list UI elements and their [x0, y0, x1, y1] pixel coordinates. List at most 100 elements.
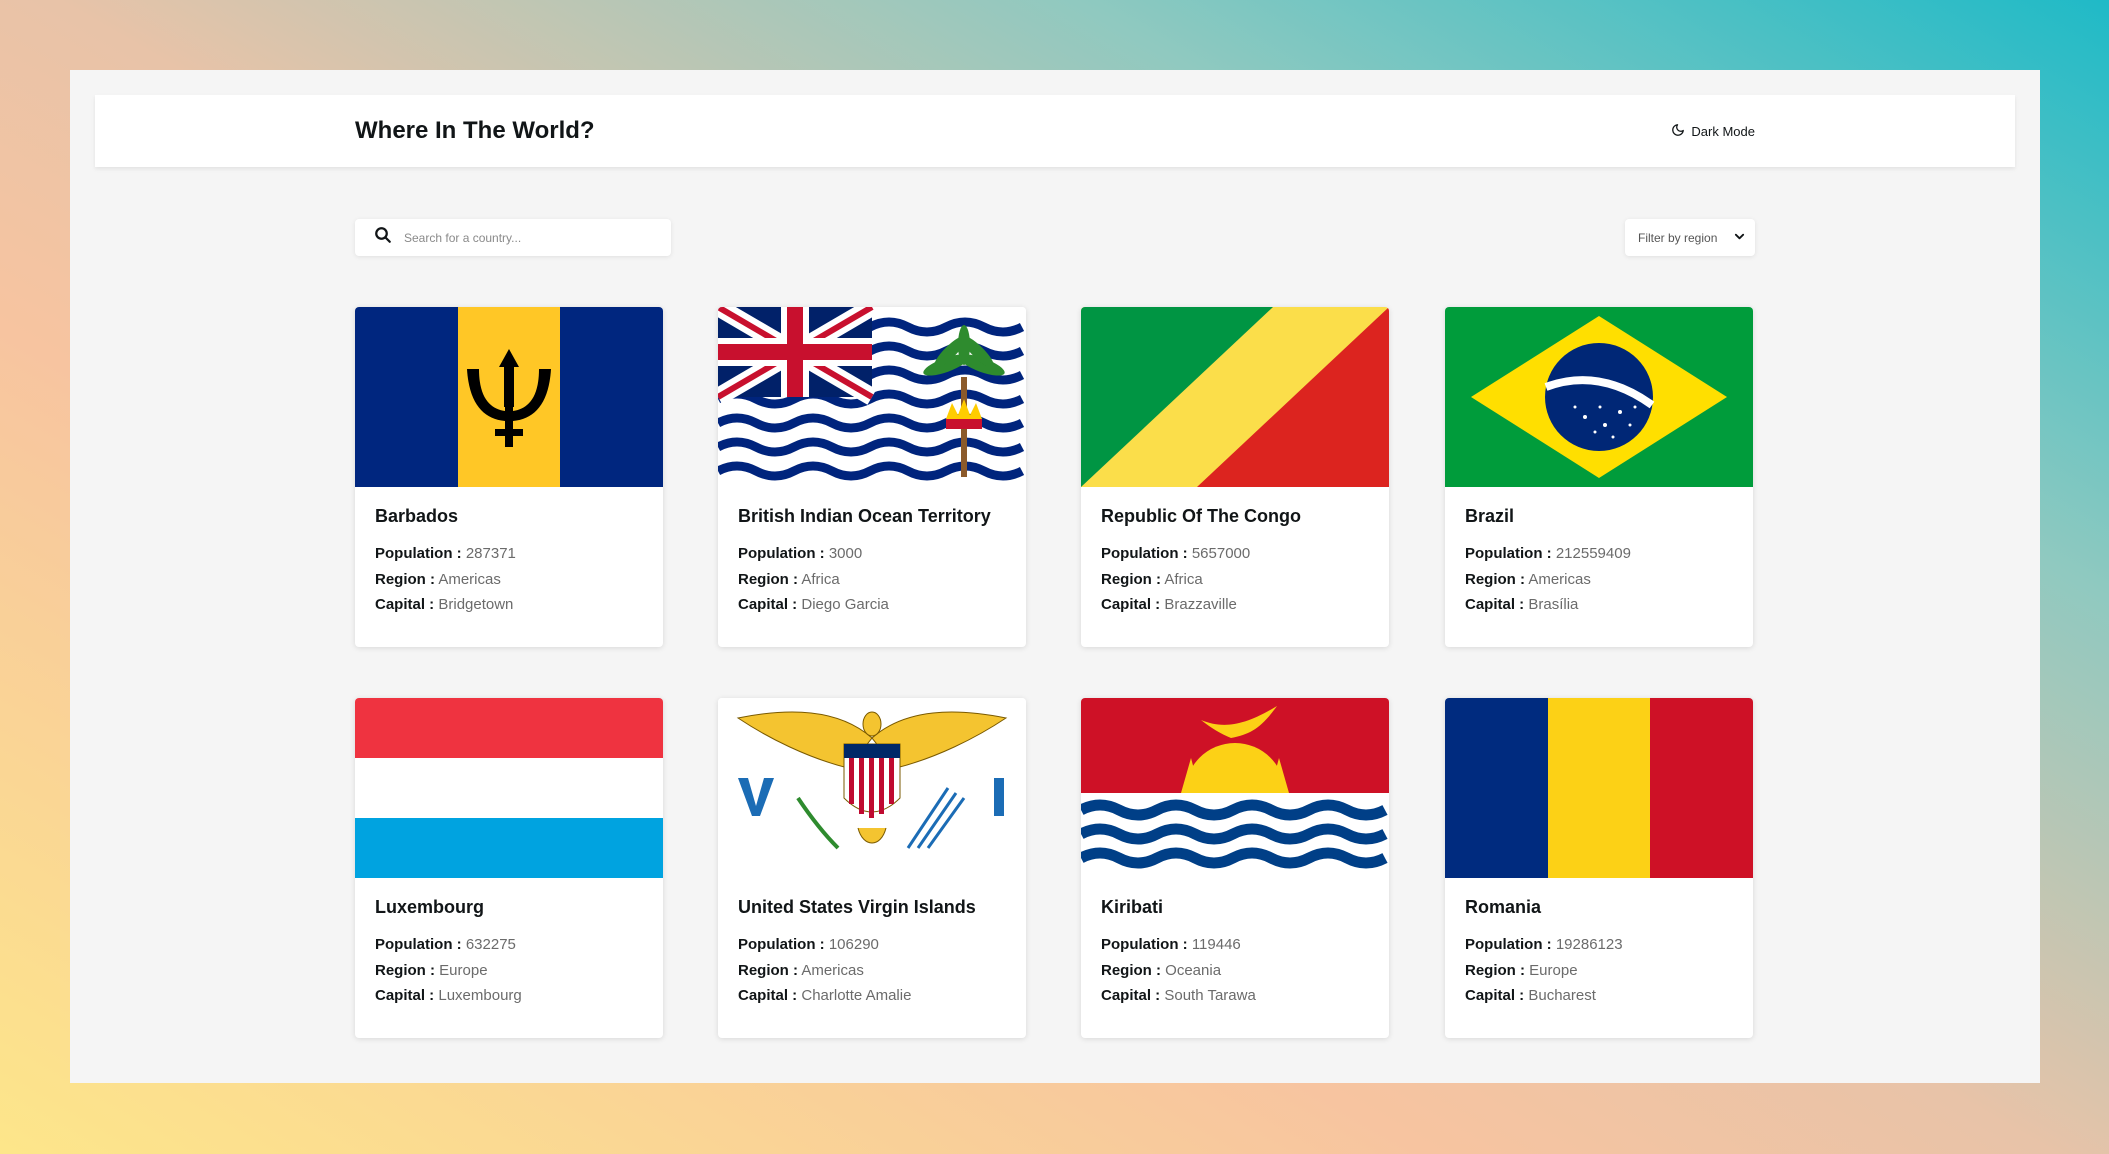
capital-label: Capital : [1465, 596, 1525, 613]
republic-of-the-congo-flag [1081, 307, 1389, 487]
region-label: Region : [738, 961, 798, 979]
chevron-down-icon [1734, 231, 1745, 245]
country-card-kiribati[interactable]: Kiribati Population : 119446 Region : Oc… [1081, 698, 1389, 1038]
region-row: Region : Africa [1101, 567, 1369, 593]
capital-row: Capital : Charlotte Amalie [738, 983, 1006, 1009]
top-header: Where In The World? Dark Mode [95, 95, 2015, 167]
dark-mode-label: Dark Mode [1691, 123, 1755, 139]
region-row: Region : Africa [738, 567, 1006, 593]
capital-label: Capital : [738, 596, 798, 613]
country-card-barbados[interactable]: Barbados Population : 287371 Region : Am… [355, 307, 663, 647]
region-label: Region : [1465, 961, 1525, 979]
country-card-romania[interactable]: Romania Population : 19286123 Region : E… [1445, 698, 1753, 1038]
us-virgin-islands-flag [718, 698, 1026, 878]
population-value: 19286123 [1555, 936, 1623, 953]
population-label: Population : [375, 936, 462, 953]
capital-row: Capital : South Tarawa [1101, 983, 1369, 1009]
population-row: Population : 632275 [375, 932, 643, 958]
app-title: Where In The World? [355, 117, 595, 144]
app-window: Where In The World? Dark Mode Filter by … [70, 70, 2040, 1083]
country-name: United States Virgin Islands [738, 897, 976, 917]
capital-value: Brazzaville [1164, 596, 1237, 613]
population-label: Population : [1101, 936, 1188, 953]
dark-mode-toggle[interactable]: Dark Mode [1671, 95, 1755, 167]
population-row: Population : 212559409 [1465, 541, 1733, 567]
brazil-flag [1445, 307, 1753, 487]
region-label: Region : [738, 570, 798, 588]
capital-value: Charlotte Amalie [801, 987, 912, 1004]
population-value: 106290 [828, 936, 879, 953]
country-card-brazil[interactable]: Brazil Population : 212559409 Region : A… [1445, 307, 1753, 647]
population-row: Population : 5657000 [1101, 541, 1369, 567]
region-value: Oceania [1165, 961, 1222, 979]
country-name: Romania [1465, 897, 1542, 917]
capital-value: Bucharest [1528, 987, 1596, 1004]
region-row: Region : Americas [375, 567, 643, 593]
region-label: Region : [375, 570, 435, 588]
capital-label: Capital : [1101, 987, 1161, 1004]
capital-row: Capital : Bucharest [1465, 983, 1733, 1009]
population-row: Population : 106290 [738, 932, 1006, 958]
capital-label: Capital : [1101, 596, 1161, 613]
region-filter-select[interactable]: Filter by region [1625, 219, 1755, 256]
region-value: Africa [1164, 570, 1203, 588]
population-value: 287371 [465, 545, 516, 562]
population-value: 632275 [465, 936, 516, 953]
region-row: Region : Europe [1465, 958, 1733, 984]
capital-row: Capital : Brasília [1465, 592, 1733, 618]
population-value: 5657000 [1191, 545, 1251, 562]
population-label: Population : [1101, 545, 1188, 562]
region-label: Region : [375, 961, 435, 979]
capital-value: Brasília [1528, 596, 1579, 613]
barbados-flag [355, 307, 663, 487]
capital-label: Capital : [375, 987, 435, 1004]
region-value: Americas [438, 570, 501, 588]
capital-row: Capital : Brazzaville [1101, 592, 1369, 618]
search-bar [355, 219, 671, 256]
british-indian-ocean-territory-flag [718, 307, 1026, 487]
capital-label: Capital : [375, 596, 435, 613]
region-label: Region : [1465, 570, 1525, 588]
capital-row: Capital : Luxembourg [375, 983, 643, 1009]
country-card-british-indian-ocean-territory[interactable]: British Indian Ocean Territory Populatio… [718, 307, 1026, 647]
country-card-luxembourg[interactable]: Luxembourg Population : 632275 Region : … [355, 698, 663, 1038]
region-value: Europe [439, 961, 488, 979]
region-value: Americas [1528, 570, 1591, 588]
capital-value: South Tarawa [1164, 987, 1256, 1004]
capital-value: Luxembourg [438, 987, 522, 1004]
moon-icon [1671, 123, 1685, 140]
population-label: Population : [375, 545, 462, 562]
search-input[interactable] [402, 229, 666, 246]
romania-flag [1445, 698, 1753, 878]
capital-row: Capital : Bridgetown [375, 592, 643, 618]
capital-value: Bridgetown [438, 596, 514, 613]
population-value: 3000 [828, 545, 863, 562]
population-label: Population : [1465, 545, 1552, 562]
population-label: Population : [738, 936, 825, 953]
region-row: Region : Oceania [1101, 958, 1369, 984]
region-row: Region : Europe [375, 958, 643, 984]
country-name: Republic Of The Congo [1101, 506, 1301, 526]
population-value: 212559409 [1555, 545, 1631, 562]
population-value: 119446 [1191, 936, 1241, 953]
country-name: Kiribati [1101, 897, 1164, 917]
region-row: Region : Americas [1465, 567, 1733, 593]
search-icon [355, 226, 392, 249]
capital-label: Capital : [1465, 987, 1525, 1004]
population-row: Population : 19286123 [1465, 932, 1733, 958]
population-row: Population : 287371 [375, 541, 643, 567]
population-row: Population : 119446 [1101, 932, 1369, 958]
country-card-republic-of-the-congo[interactable]: Republic Of The Congo Population : 56570… [1081, 307, 1389, 647]
capital-row: Capital : Diego Garcia [738, 592, 1006, 618]
region-row: Region : Americas [738, 958, 1006, 984]
filter-label: Filter by region [1638, 230, 1718, 245]
country-card-united-states-virgin-islands[interactable]: United States Virgin Islands Population … [718, 698, 1026, 1038]
region-value: Africa [801, 570, 840, 588]
country-name: British Indian Ocean Territory [738, 506, 991, 526]
luxembourg-flag [355, 698, 663, 878]
population-row: Population : 3000 [738, 541, 1006, 567]
population-label: Population : [738, 545, 825, 562]
region-label: Region : [1101, 570, 1161, 588]
region-value: Americas [801, 961, 864, 979]
capital-value: Diego Garcia [801, 596, 889, 613]
